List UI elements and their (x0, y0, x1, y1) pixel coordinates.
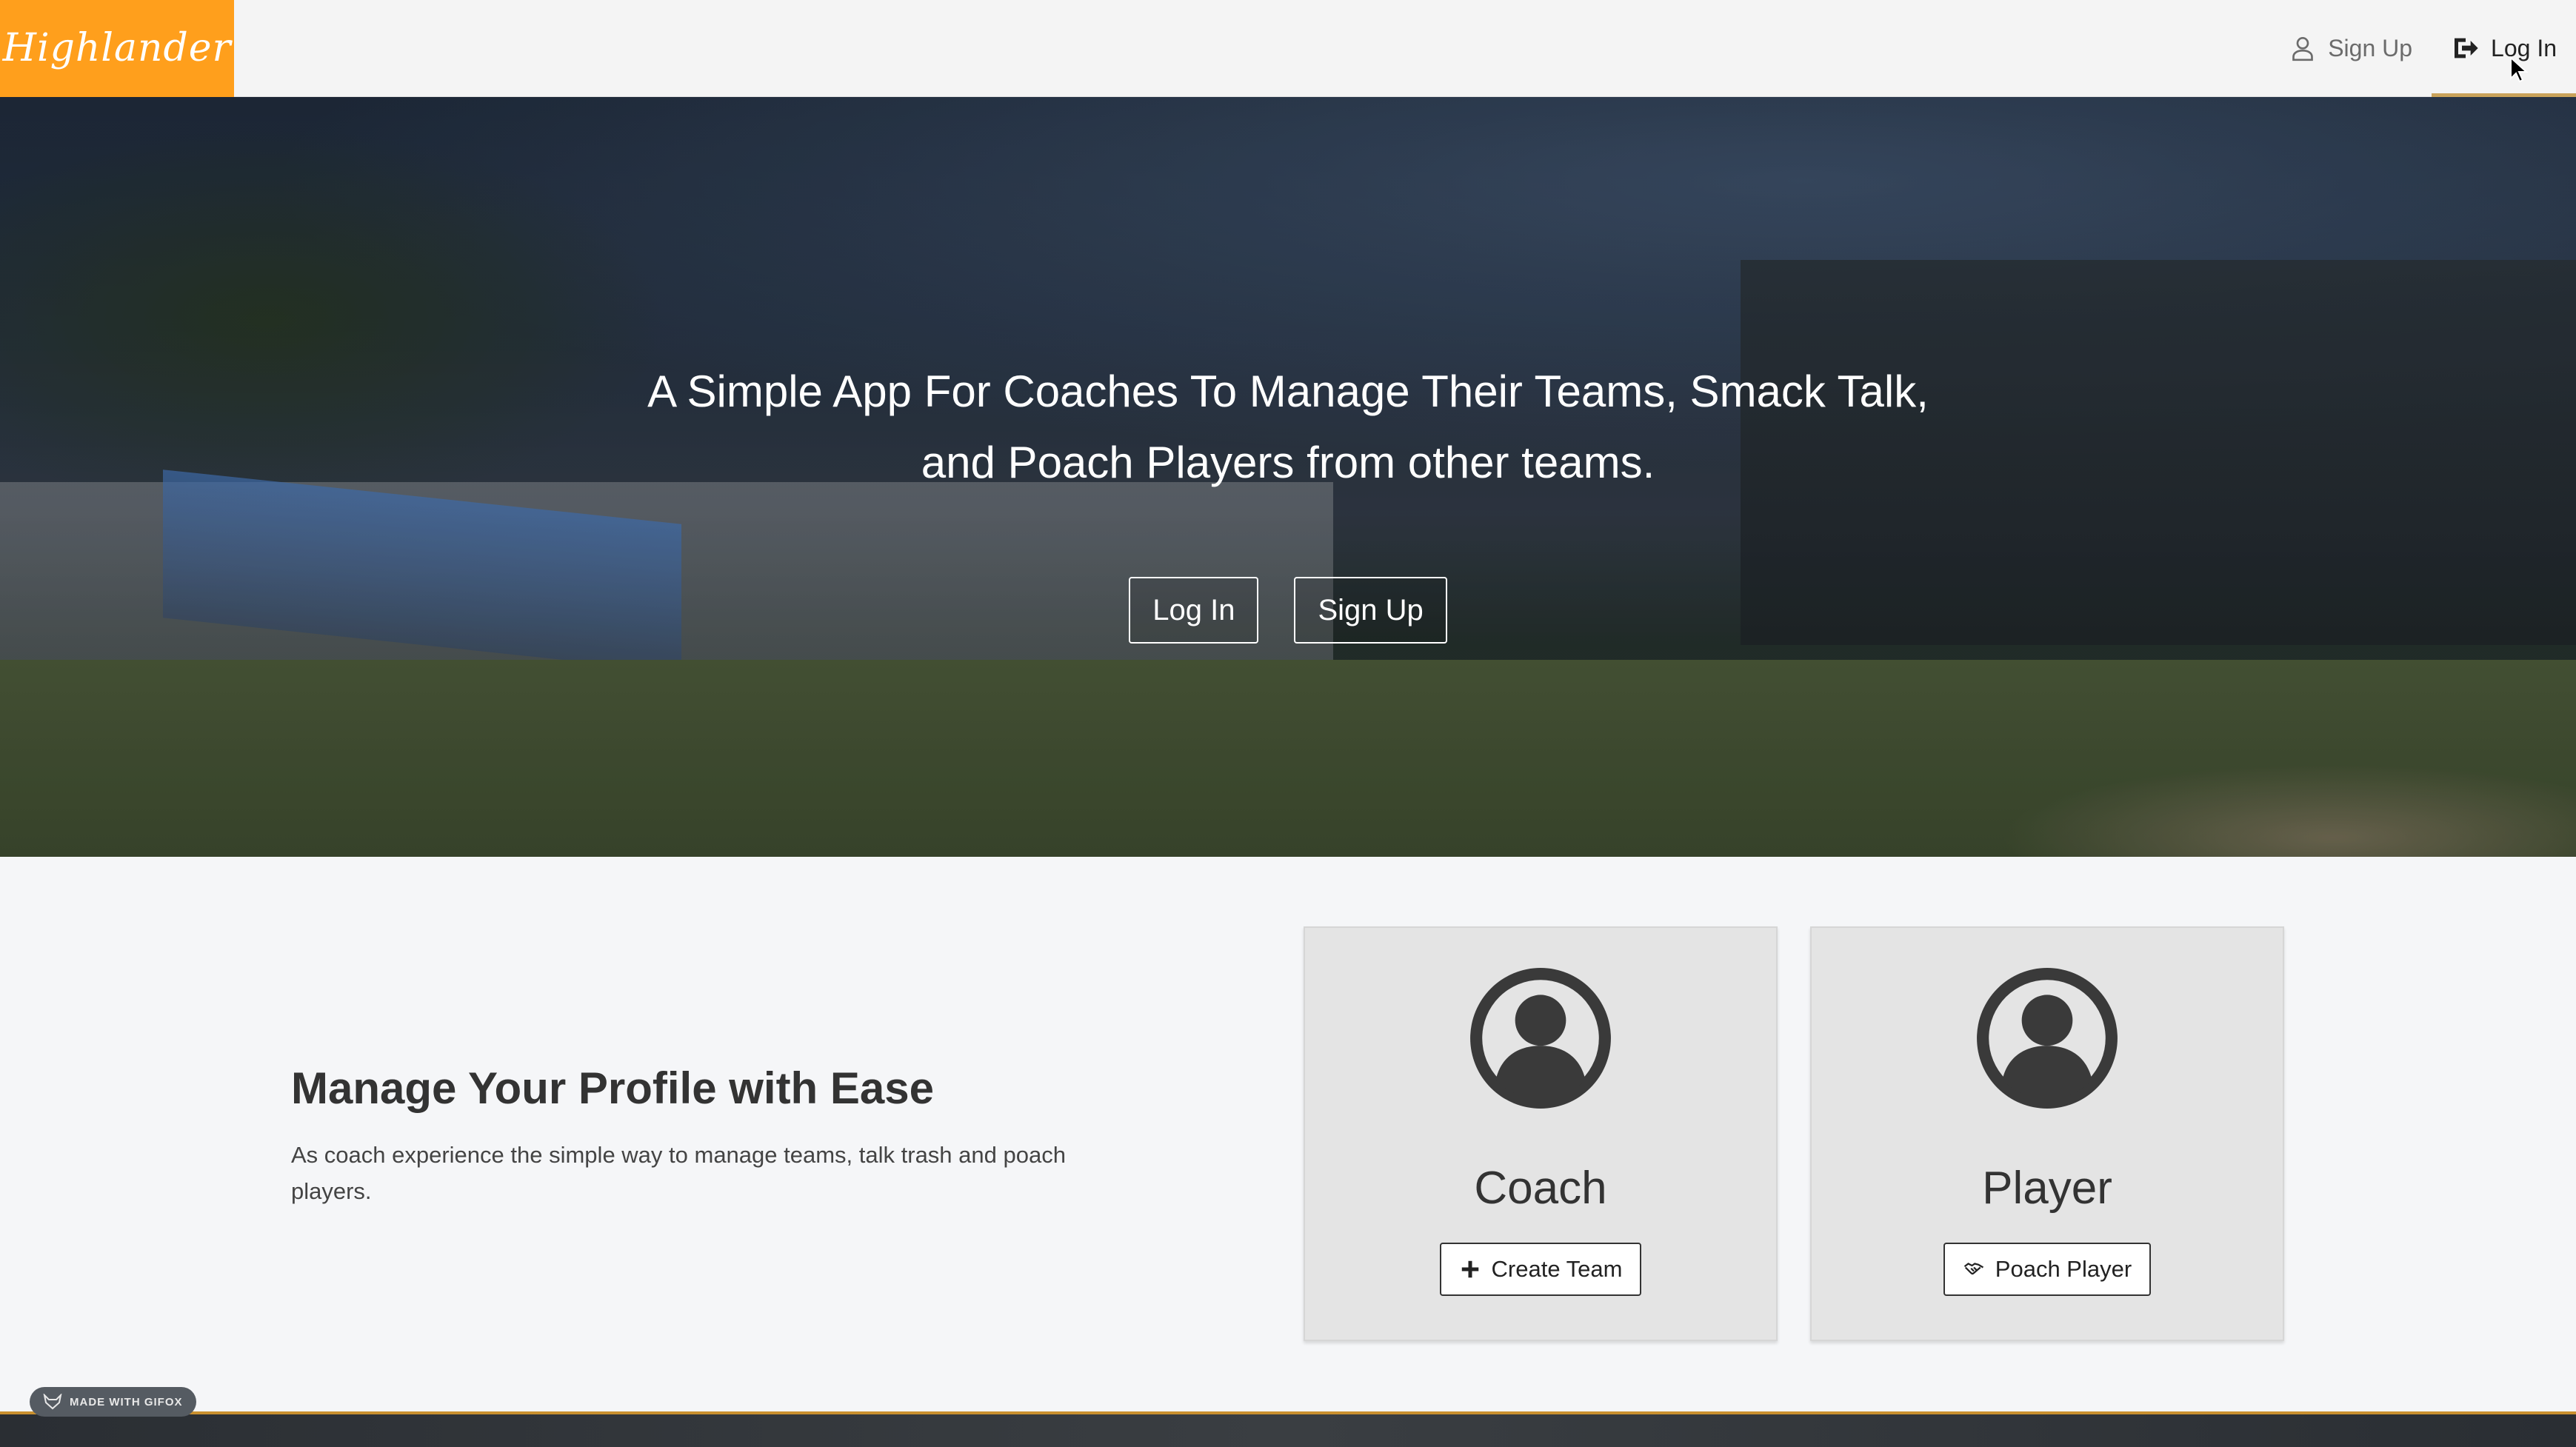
nav-sign-up-label: Sign Up (2328, 34, 2413, 61)
plus-icon (1461, 1260, 1478, 1278)
feature-description: As coach experience the simple way to ma… (291, 1142, 1066, 1204)
poach-player-button[interactable]: Poach Player (1943, 1243, 2152, 1296)
handshake-icon (1963, 1263, 1983, 1275)
nav-log-in-link[interactable]: Log In (2432, 0, 2576, 97)
coach-card-title: Coach (1474, 1163, 1607, 1214)
gifox-label: MADE WITH GIFOX (70, 1395, 183, 1408)
hero-title: A Simple App For Coaches To Manage Their… (0, 356, 2576, 498)
create-team-label: Create Team (1491, 1256, 1623, 1282)
hero-button-group: Log In Sign Up (0, 577, 2576, 644)
hero-sign-up-button[interactable]: Sign Up (1294, 577, 1447, 644)
hero-title-line2: and Poach Players from other teams. (921, 438, 1655, 487)
features-section: Manage Your Profile with Ease As coach e… (0, 857, 2576, 1414)
user-outline-icon (2292, 37, 2314, 61)
mouse-cursor-icon (2510, 56, 2529, 83)
create-team-button[interactable]: Create Team (1439, 1243, 1642, 1296)
hero-title-line1: A Simple App For Coaches To Manage Their… (647, 367, 1929, 416)
brand-logo[interactable]: Highlander (0, 0, 234, 97)
coach-card: Coach Create Team (1304, 926, 1778, 1341)
hero-banner: A Simple App For Coaches To Manage Their… (0, 97, 2576, 857)
top-navbar: Highlander Sign Up Log In (0, 0, 2576, 97)
poach-player-label: Poach Player (1995, 1256, 2132, 1282)
fox-icon (43, 1394, 62, 1410)
user-circle-icon (1470, 968, 1611, 1109)
footer-banner-strip (0, 1411, 2576, 1447)
gifox-watermark: MADE WITH GIFOX (30, 1387, 196, 1417)
sign-in-icon (2455, 38, 2478, 59)
player-card: Player Poach Player (1810, 926, 2284, 1341)
nav-links: Sign Up Log In (2269, 0, 2576, 97)
nav-sign-up-link[interactable]: Sign Up (2269, 0, 2432, 97)
hero-log-in-button[interactable]: Log In (1129, 577, 1259, 644)
feature-title: Manage Your Profile with Ease (291, 1063, 935, 1113)
user-circle-icon (1977, 968, 2118, 1109)
player-card-title: Player (1982, 1163, 2112, 1214)
